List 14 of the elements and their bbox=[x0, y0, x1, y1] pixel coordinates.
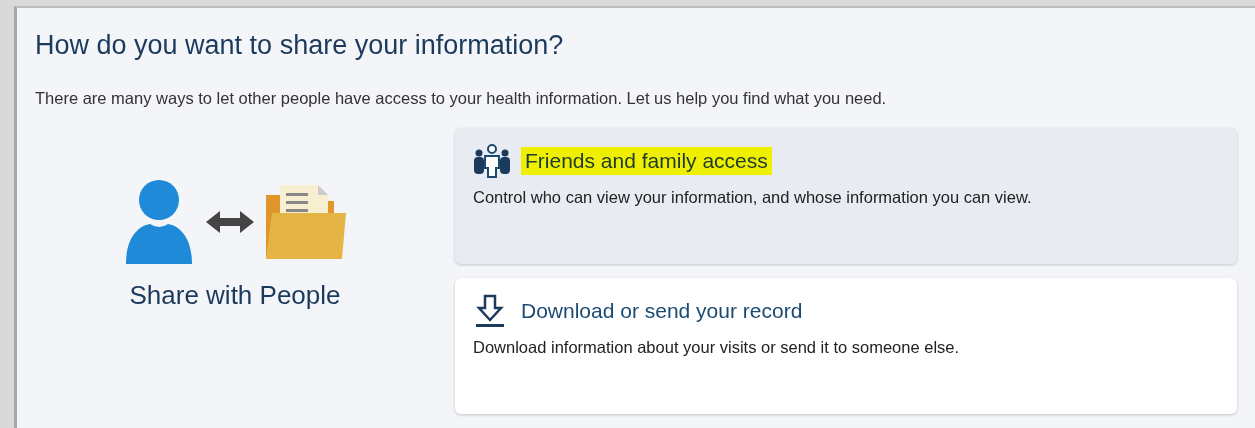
double-arrow-icon bbox=[206, 211, 254, 233]
illustration-caption: Share with People bbox=[129, 280, 341, 311]
intro-text: There are many ways to let other people have access to your health information. Let us help you find what you need. bbox=[35, 89, 888, 108]
people-icon bbox=[473, 144, 511, 178]
folder-icon bbox=[266, 183, 346, 261]
option-card[interactable]: Friends and family access Control who can view your information, and whose information you can view. bbox=[455, 128, 1237, 264]
option-title: Friends and family access bbox=[521, 147, 772, 175]
option-description: Control who can view your information, and whose information you can view. bbox=[473, 188, 1033, 207]
page-heading: How do you want to share your information? bbox=[35, 30, 565, 61]
option-card[interactable]: Download or send your record Download information about your visits or send it to someone else. bbox=[455, 278, 1237, 414]
download-icon bbox=[473, 294, 507, 328]
option-description: Download information about your visits or send it to someone else. bbox=[473, 338, 961, 357]
person-icon bbox=[124, 178, 194, 266]
option-title: Download or send your record bbox=[520, 298, 804, 324]
